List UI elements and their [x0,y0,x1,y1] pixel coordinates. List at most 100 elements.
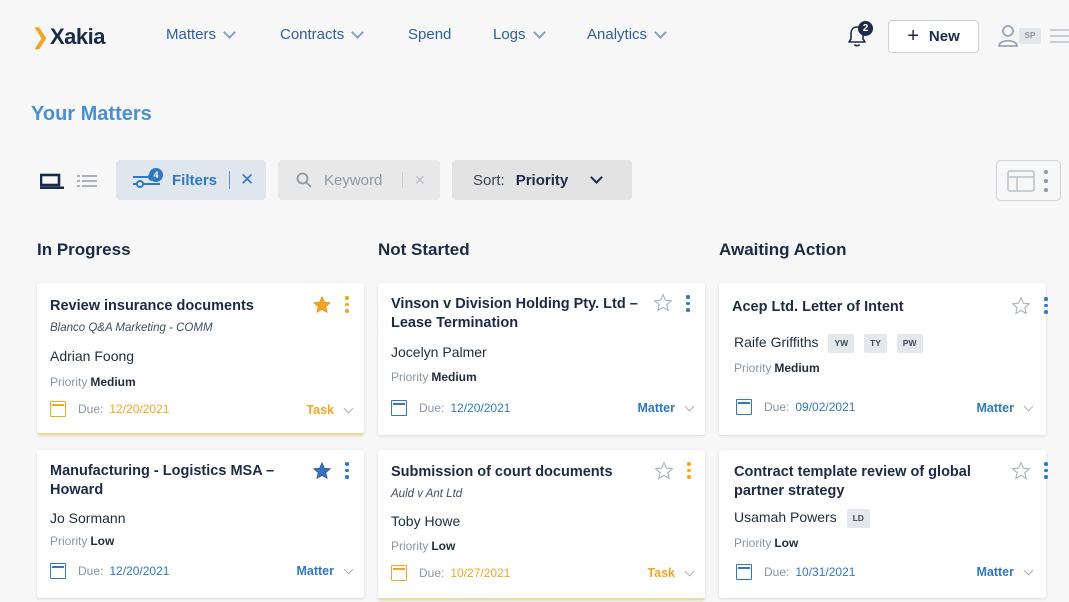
card-type-toggle[interactable]: Task [647,566,695,580]
matter-card[interactable]: Vinson v Division Holding Pty. Ltd – Lea… [378,283,705,435]
card-type-label: Task [306,403,334,417]
new-button-label: New [928,28,960,45]
sort-value: Priority [515,171,569,189]
nav-logs-label: Logs [493,26,526,43]
priority-label: Priority [734,536,772,550]
card-assignee: Jocelyn Palmer [391,344,487,360]
kebab-menu-icon[interactable] [687,462,691,482]
column-title-in-progress: In Progress [37,240,131,259]
priority-label: Priority [50,534,88,548]
sort-label: Sort: [473,171,505,189]
card-due: Due: 12/20/2021 [50,401,169,417]
nav-logs[interactable]: Logs [493,25,546,43]
nav-contracts[interactable]: Contracts [280,25,365,43]
filters-divider [229,171,231,189]
chevron-down-icon [223,25,236,39]
nav-analytics[interactable]: Analytics [587,25,667,43]
star-filled-icon[interactable] [312,295,332,315]
matter-card[interactable]: Acep Ltd. Letter of Intent Raife Griffit… [719,283,1048,435]
card-title[interactable]: Manufacturing - Logistics MSA – Howard [50,462,290,500]
top-navigation-bar: ❯ Xakia Matters Contracts Spend Logs Anal… [0,0,1069,72]
chevron-down-icon [684,401,695,411]
collaborator-tag: PW [896,334,923,353]
assignee-name: Usamah Powers [734,509,837,526]
collaborator-tag: TY [864,334,887,353]
card-priority: Priority Medium [391,370,477,384]
card-subtitle: Blanco Q&A Marketing - COMM [50,322,213,334]
due-label: Due: [764,400,790,414]
kebab-menu-icon[interactable] [686,295,690,315]
card-title[interactable]: Review insurance documents [50,297,300,316]
card-due: Due: 12/20/2021 [391,400,510,416]
priority-value: Medium [90,375,136,389]
kebab-menu-icon[interactable] [345,462,349,482]
card-title[interactable]: Contract template review of global partn… [734,463,994,501]
due-date: 12/20/2021 [109,402,170,416]
card-type-label: Matter [637,401,675,415]
nav-spend[interactable]: Spend [408,26,451,43]
matter-card[interactable]: Contract template review of global partn… [719,450,1048,598]
keyword-search[interactable]: ✕ [278,160,440,200]
priority-value: Low [431,539,456,553]
collaborator-tag: YW [828,334,855,353]
card-title[interactable]: Submission of court documents [391,463,641,482]
new-button[interactable]: + New [888,20,979,53]
card-type-label: Matter [976,565,1014,579]
priority-label: Priority [391,370,429,384]
kebab-menu-icon[interactable] [1044,462,1048,482]
card-priority: Priority Medium [734,361,820,375]
kebab-menu-icon[interactable] [1044,297,1048,317]
nav-matters[interactable]: Matters [166,25,236,43]
card-type-toggle[interactable]: Matter [637,401,695,415]
user-initials-avatar[interactable]: SP [1019,28,1041,44]
card-priority: Priority Low [391,539,455,553]
priority-value: Medium [431,370,477,384]
sort-dropdown[interactable]: Sort: Priority [452,160,632,200]
card-due: Due: 12/20/2021 [50,563,169,579]
priority-label: Priority [391,539,429,553]
star-outline-icon[interactable] [653,293,673,313]
chevron-down-icon [654,25,667,39]
card-type-label: Matter [976,401,1014,415]
card-type-toggle[interactable]: Task [306,403,354,417]
kebab-menu-icon[interactable] [345,296,349,316]
hamburger-menu-icon[interactable] [1050,29,1069,47]
card-type-toggle[interactable]: Matter [296,564,354,578]
calendar-icon [50,563,66,579]
filters-button[interactable]: Filters ✕ [116,160,266,200]
clear-keyword-icon[interactable]: ✕ [414,172,426,189]
calendar-icon [391,400,407,416]
clear-filters-icon[interactable]: ✕ [240,170,254,190]
star-outline-icon[interactable] [1011,296,1031,316]
logo-mark: ❯ [31,24,49,49]
matter-card[interactable]: Manufacturing - Logistics MSA – Howard J… [37,450,364,598]
xakia-logo[interactable]: ❯ Xakia [31,24,105,50]
card-type-toggle[interactable]: Matter [976,565,1034,579]
card-title[interactable]: Acep Ltd. Letter of Intent [732,298,982,317]
star-outline-icon[interactable] [1011,461,1031,481]
card-view-icon[interactable] [40,173,64,189]
page-title: Your Matters [31,103,152,125]
layout-options-button[interactable] [996,160,1061,201]
chevron-down-icon [532,25,546,39]
matter-card[interactable]: Submission of court documents Auld v Ant… [378,450,705,600]
due-date: 09/02/2021 [795,400,856,414]
filters-label: Filters [172,171,218,189]
calendar-icon [391,565,407,581]
priority-label: Priority [734,361,772,375]
logo-text: Xakia [49,24,106,49]
user-icon[interactable] [998,24,1020,48]
star-outline-icon[interactable] [654,461,674,481]
matter-card[interactable]: Review insurance documents Blanco Q&A Ma… [37,283,364,435]
card-due: Due: 09/02/2021 [736,399,855,415]
card-title[interactable]: Vinson v Division Holding Pty. Ltd – Lea… [391,295,646,333]
card-due: Due: 10/27/2021 [391,565,510,581]
keyword-input[interactable] [324,171,402,189]
star-filled-icon[interactable] [312,461,332,481]
filters-count-badge: 4 [149,168,163,182]
list-view-icon[interactable] [77,174,97,188]
card-type-label: Matter [296,564,334,578]
collaborator-tag: LD [846,509,870,528]
card-type-toggle[interactable]: Matter [976,401,1034,415]
card-subtitle: Auld v Ant Ltd [391,488,463,500]
